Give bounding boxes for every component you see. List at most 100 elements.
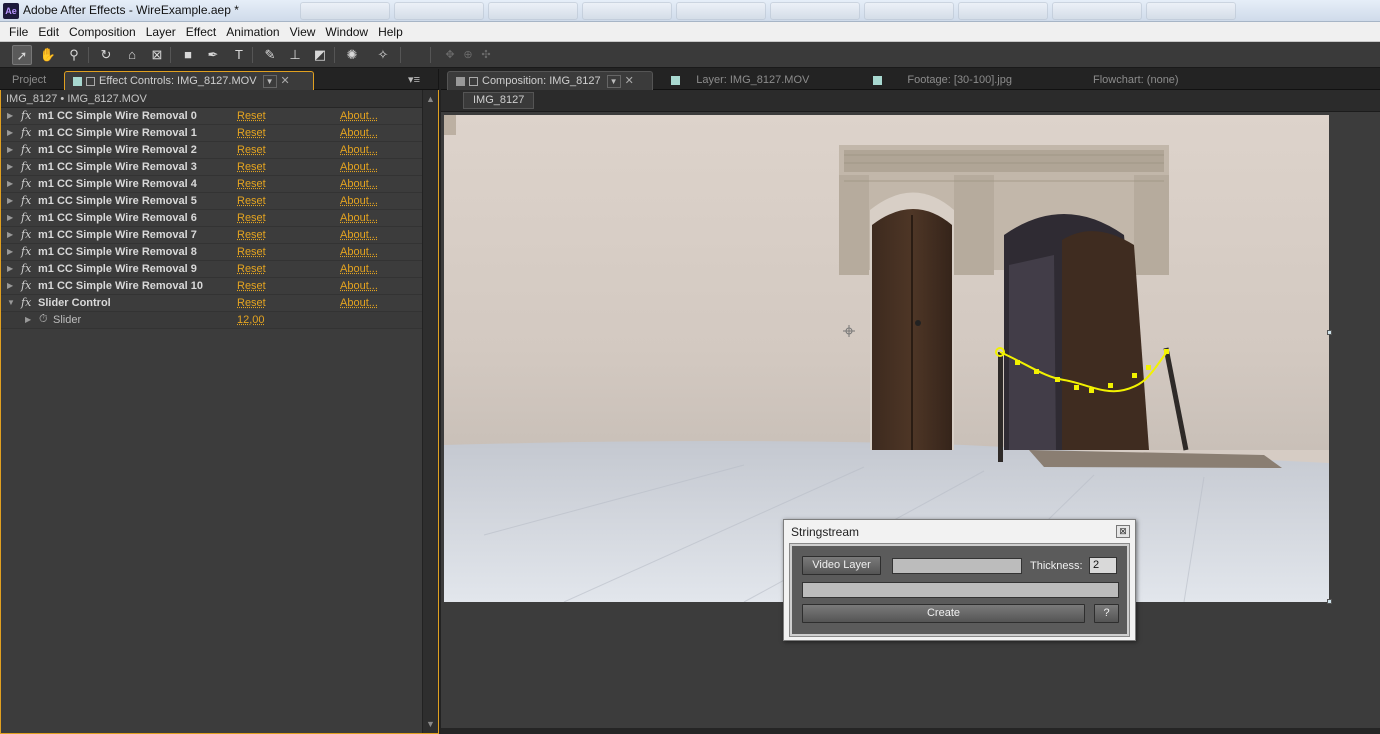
property-row-slider[interactable]: ▶ ⏱ Slider 12,00 — [1, 312, 422, 329]
pan-behind-tool-icon[interactable]: ⊠ — [147, 45, 167, 65]
effect-row[interactable]: ▶ fx m1 CC Simple Wire Removal 7 Reset About… — [1, 227, 422, 244]
create-button[interactable]: Create — [802, 604, 1085, 623]
layer-handle[interactable] — [1327, 330, 1332, 335]
tab-flowchart[interactable]: Flowchart: (none) — [1085, 71, 1255, 90]
reset-link[interactable]: Reset — [237, 263, 266, 275]
fx-toggle-icon[interactable]: fx — [21, 194, 31, 207]
effect-row[interactable]: ▼ fx Slider Control Reset About... — [1, 295, 422, 312]
tab-composition[interactable]: Composition: IMG_8127 ▼ ✕ — [447, 71, 653, 90]
effect-row[interactable]: ▶ fx m1 CC Simple Wire Removal 6 Reset About… — [1, 210, 422, 227]
about-link[interactable]: About... — [340, 263, 378, 275]
about-link[interactable]: About... — [340, 195, 378, 207]
close-icon[interactable]: ✕ — [281, 72, 290, 91]
help-button[interactable]: ? — [1094, 604, 1119, 623]
twirl-right-icon[interactable]: ▶ — [7, 128, 13, 137]
reset-link[interactable]: Reset — [237, 229, 266, 241]
tab-footage[interactable]: Footage: [30-100].jpg — [865, 71, 1055, 90]
about-link[interactable]: About... — [340, 229, 378, 241]
fx-toggle-icon[interactable]: fx — [21, 228, 31, 241]
effect-row[interactable]: ▶ fx m1 CC Simple Wire Removal 4 Reset About… — [1, 176, 422, 193]
twirl-right-icon[interactable]: ▶ — [7, 281, 13, 290]
chevron-down-icon[interactable]: ▼ — [262, 74, 277, 88]
roto-brush-tool-icon[interactable]: ✺ — [342, 45, 362, 65]
chevron-down-icon[interactable]: ▼ — [606, 74, 621, 88]
axis-view-icon[interactable]: ✣ — [476, 45, 496, 65]
menu-help[interactable]: Help — [373, 22, 408, 42]
brush-tool-icon[interactable]: ✎ — [260, 45, 280, 65]
effect-row[interactable]: ▶ fx m1 CC Simple Wire Removal 8 Reset About… — [1, 244, 422, 261]
rectangle-tool-icon[interactable]: ■ — [178, 45, 198, 65]
twirl-down-icon[interactable]: ▼ — [7, 298, 15, 307]
twirl-right-icon[interactable]: ▶ — [7, 162, 13, 171]
lock-icon[interactable] — [86, 76, 95, 86]
effect-row[interactable]: ▶ fx m1 CC Simple Wire Removal 10 Reset Abou… — [1, 278, 422, 295]
twirl-right-icon[interactable]: ▶ — [7, 213, 13, 222]
menu-window[interactable]: Window — [320, 22, 373, 42]
menu-layer[interactable]: Layer — [141, 22, 181, 42]
fx-toggle-icon[interactable]: fx — [21, 296, 31, 309]
twirl-right-icon[interactable]: ▶ — [7, 230, 13, 239]
fx-toggle-icon[interactable]: fx — [21, 211, 31, 224]
effect-row[interactable]: ▶ fx m1 CC Simple Wire Removal 1 Reset About… — [1, 125, 422, 142]
reset-link[interactable]: Reset — [237, 246, 266, 258]
thickness-input[interactable]: 2 — [1089, 557, 1117, 574]
menu-file[interactable]: File — [4, 22, 33, 42]
about-link[interactable]: About... — [340, 127, 378, 139]
tab-effect-controls[interactable]: Effect Controls: IMG_8127.MOV ▼ ✕ — [64, 71, 314, 90]
reset-link[interactable]: Reset — [237, 280, 266, 292]
panel-menu-icon[interactable]: ▾≡ — [408, 73, 420, 86]
fx-toggle-icon[interactable]: fx — [21, 126, 31, 139]
scroll-down-icon[interactable]: ▼ — [426, 719, 435, 729]
eraser-tool-icon[interactable]: ◩ — [310, 45, 330, 65]
menu-effect[interactable]: Effect — [181, 22, 221, 42]
fx-toggle-icon[interactable]: fx — [21, 262, 31, 275]
fx-toggle-icon[interactable]: fx — [21, 160, 31, 173]
menu-view[interactable]: View — [285, 22, 321, 42]
puppet-pin-tool-icon[interactable]: ✧ — [373, 45, 393, 65]
twirl-right-icon[interactable]: ▶ — [25, 315, 31, 324]
fx-toggle-icon[interactable]: fx — [21, 245, 31, 258]
zoom-tool-icon[interactable]: ⚲ — [64, 45, 84, 65]
slider-value[interactable]: 12,00 — [237, 314, 265, 326]
effect-row[interactable]: ▶ fx m1 CC Simple Wire Removal 2 Reset About… — [1, 142, 422, 159]
fx-toggle-icon[interactable]: fx — [21, 279, 31, 292]
menu-composition[interactable]: Composition — [64, 22, 141, 42]
about-link[interactable]: About... — [340, 212, 378, 224]
type-tool-icon[interactable]: T — [229, 45, 249, 65]
about-link[interactable]: About... — [340, 144, 378, 156]
twirl-right-icon[interactable]: ▶ — [7, 145, 13, 154]
reset-link[interactable]: Reset — [237, 212, 266, 224]
reset-link[interactable]: Reset — [237, 161, 266, 173]
rotate-tool-icon[interactable]: ↻ — [96, 45, 116, 65]
about-link[interactable]: About... — [340, 161, 378, 173]
video-layer-field[interactable] — [892, 558, 1022, 574]
comp-breadcrumb[interactable]: IMG_8127 — [463, 92, 535, 109]
selection-tool-icon[interactable]: ➚ — [12, 45, 32, 65]
scroll-up-icon[interactable]: ▲ — [426, 94, 435, 104]
axis-world-icon[interactable]: ⊕ — [458, 45, 478, 65]
about-link[interactable]: About... — [340, 246, 378, 258]
tab-project[interactable]: Project — [4, 71, 62, 90]
reset-link[interactable]: Reset — [237, 195, 266, 207]
reset-link[interactable]: Reset — [237, 178, 266, 190]
reset-link[interactable]: Reset — [237, 110, 266, 122]
camera-orbit-tool-icon[interactable]: ⌂ — [122, 45, 142, 65]
fx-toggle-icon[interactable]: fx — [21, 109, 31, 122]
video-layer-button[interactable]: Video Layer — [802, 556, 881, 575]
twirl-right-icon[interactable]: ▶ — [7, 179, 13, 188]
layer-handle[interactable] — [1327, 599, 1332, 604]
close-icon[interactable]: ✕ — [625, 72, 634, 91]
pen-tool-icon[interactable]: ✒ — [203, 45, 223, 65]
fx-toggle-icon[interactable]: fx — [21, 143, 31, 156]
about-link[interactable]: About... — [340, 110, 378, 122]
effect-row[interactable]: ▶ fx m1 CC Simple Wire Removal 0 Reset About… — [1, 108, 422, 125]
reset-link[interactable]: Reset — [237, 297, 266, 309]
stopwatch-icon[interactable]: ⏱ — [39, 313, 48, 326]
hand-tool-icon[interactable]: ✋ — [38, 45, 58, 65]
fx-toggle-icon[interactable]: fx — [21, 177, 31, 190]
about-link[interactable]: About... — [340, 297, 378, 309]
effect-row[interactable]: ▶ fx m1 CC Simple Wire Removal 5 Reset About… — [1, 193, 422, 210]
twirl-right-icon[interactable]: ▶ — [7, 196, 13, 205]
twirl-right-icon[interactable]: ▶ — [7, 247, 13, 256]
twirl-right-icon[interactable]: ▶ — [7, 264, 13, 273]
